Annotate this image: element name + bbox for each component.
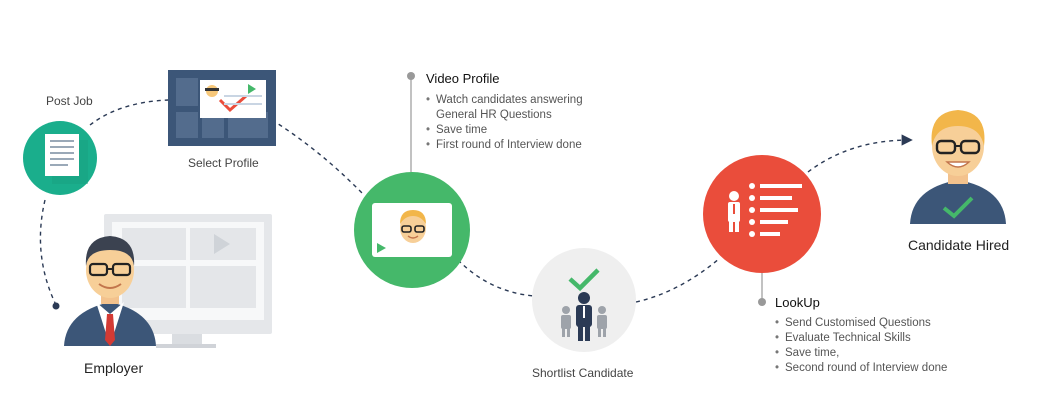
connector-lookup-to-hired <box>807 134 913 173</box>
checklist-icon <box>703 155 821 273</box>
video-profile-bullet: First round of Interview done <box>426 138 583 153</box>
lookup-bullet: Send Customised Questions <box>775 316 947 331</box>
candidate-avatar-icon <box>910 110 1006 224</box>
lookup-bullet: Second round of Interview done <box>775 361 947 376</box>
video-profile-bullets: Watch candidates answering General HR Qu… <box>426 93 583 153</box>
connector-postjob-to-select <box>89 99 169 126</box>
employer-label: Employer <box>84 360 144 376</box>
candidate-hired-label: Candidate Hired <box>908 237 1010 253</box>
lookup-bullets: Send Customised Questions Evaluate Techn… <box>775 316 947 376</box>
connector-select-to-video <box>271 119 365 196</box>
lookup-pin <box>758 272 766 306</box>
post-job-label: Post Job <box>46 94 93 108</box>
profile-board-icon <box>168 70 276 146</box>
connector-endpoint-dot <box>52 302 60 310</box>
connector-shortlist-to-lookup <box>635 257 721 303</box>
select-profile-label: Select Profile <box>188 156 259 170</box>
connector-video-to-shortlist <box>457 259 535 297</box>
video-player-icon <box>354 172 470 288</box>
lookup-bullet: Evaluate Technical Skills <box>775 331 947 346</box>
lookup-title: LookUp <box>775 295 820 310</box>
connector-postjob-to-employer <box>39 199 57 306</box>
video-profile-pin <box>407 72 415 172</box>
video-profile-title: Video Profile <box>426 71 500 86</box>
video-profile-bullet: General HR Questions <box>436 109 552 121</box>
lookup-bullet: Save time, <box>775 346 947 361</box>
document-icon <box>23 121 97 195</box>
shortlist-candidate-label: Shortlist Candidate <box>532 366 634 380</box>
video-profile-bullet: Watch candidates answering <box>426 93 583 108</box>
team-check-icon <box>532 248 636 352</box>
video-profile-bullet: Save time <box>426 123 583 138</box>
